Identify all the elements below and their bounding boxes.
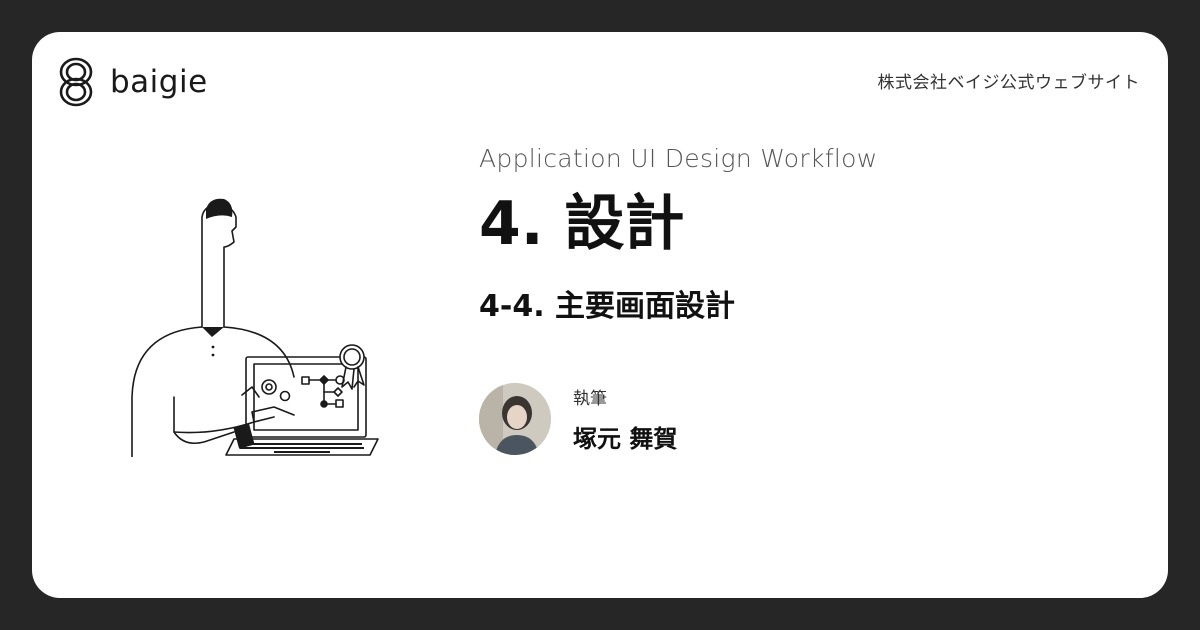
author-block: 執筆 塚元 舞賀 <box>479 383 877 455</box>
corporate-site-link[interactable]: 株式会社ベイジ公式ウェブサイト <box>878 68 1141 93</box>
section-title: 4-4. 主要画面設計 <box>479 289 736 324</box>
article-info: Application UI Design Workflow 4. 設計 4-4… <box>479 144 877 455</box>
author-avatar <box>479 383 551 455</box>
author-photo-icon <box>479 383 551 455</box>
designer-laptop-illustration <box>131 198 379 457</box>
chapter-title: 4. 設計 <box>479 189 685 259</box>
baigie-logo-icon <box>59 57 93 107</box>
author-name: 塚元 舞賀 <box>573 425 678 453</box>
og-card: baigie 株式会社ベイジ公式ウェブサイト Application UI De… <box>32 32 1168 598</box>
series-title: Application UI Design Workflow <box>479 144 878 173</box>
author-text: 執筆 塚元 舞賀 <box>573 384 677 454</box>
author-role: 執筆 <box>573 389 607 409</box>
brand-name: baigie <box>110 64 208 100</box>
brand-logo[interactable]: baigie <box>54 54 208 110</box>
